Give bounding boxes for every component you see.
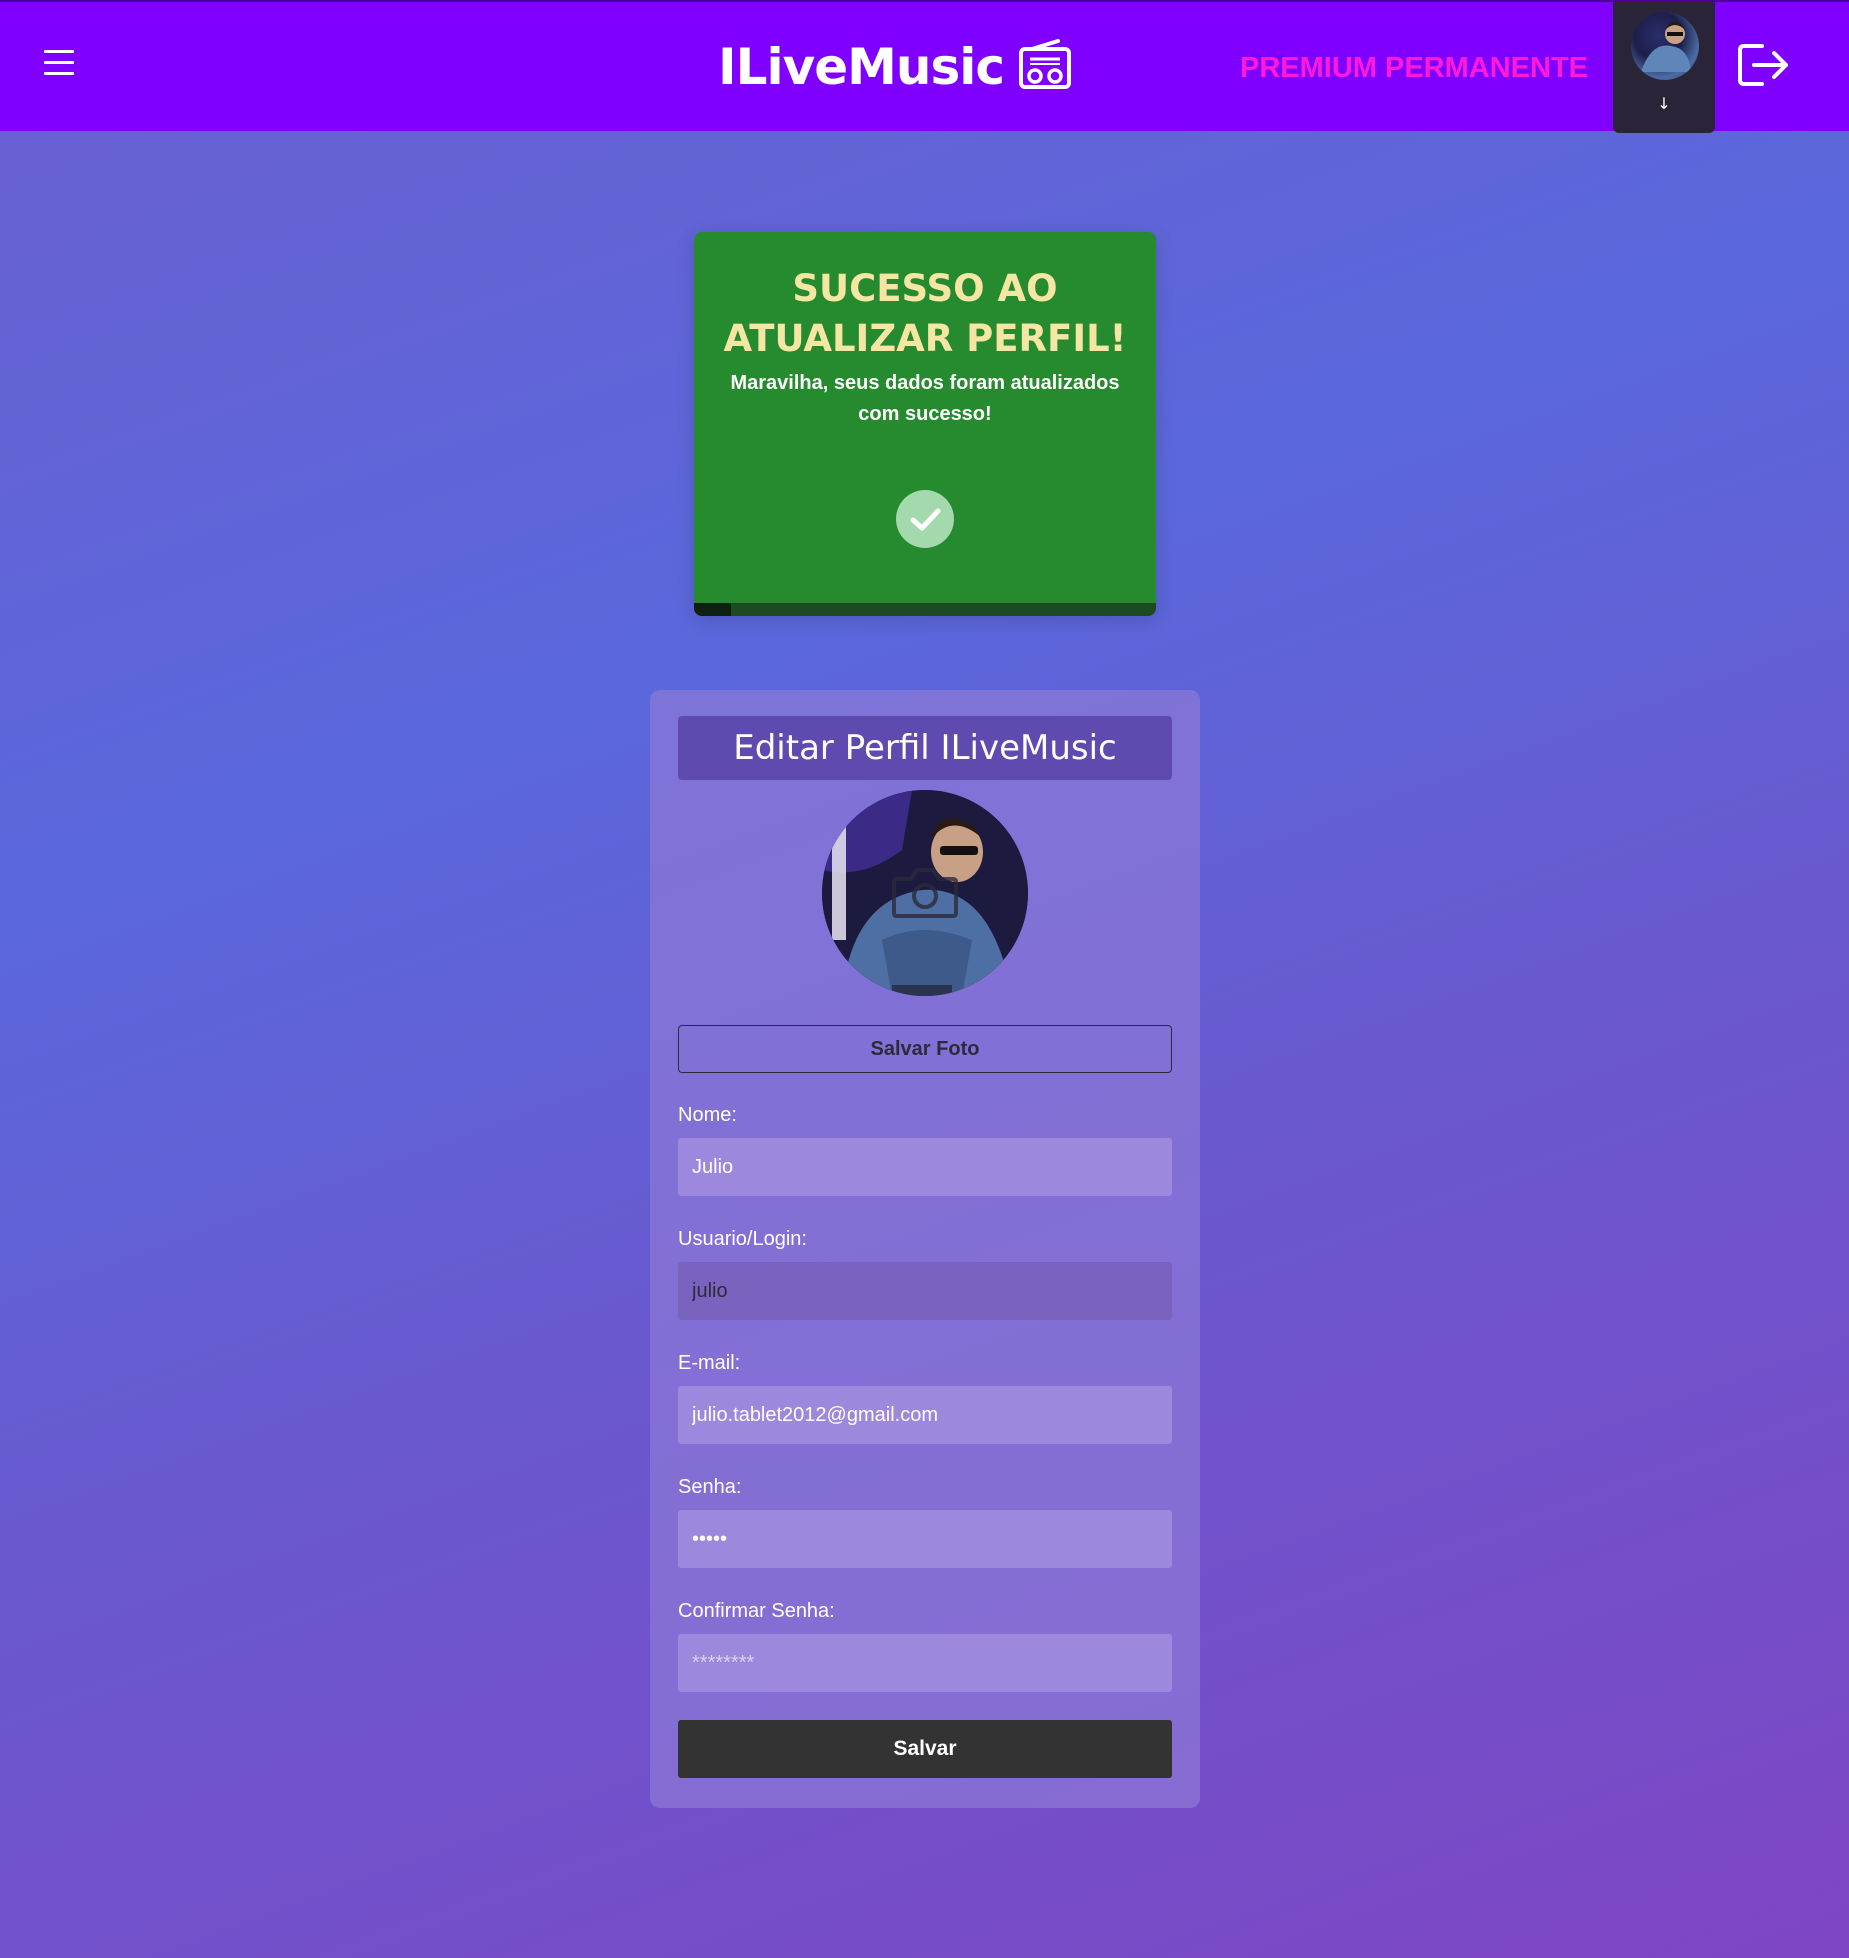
logout-icon[interactable] xyxy=(1736,42,1792,88)
camera-icon xyxy=(892,868,958,918)
confirm-password-field[interactable] xyxy=(678,1634,1172,1692)
chevron-down-icon: ↓ xyxy=(1657,94,1671,113)
password-label: Senha: xyxy=(678,1476,742,1498)
user-avatar-menu[interactable]: ↓ xyxy=(1613,2,1715,133)
toast-message: Maravilha, seus dados foram atualizados … xyxy=(730,372,1120,425)
toast-title: SUCESSO AO ATUALIZAR PERFIL! xyxy=(723,267,1127,360)
page-title: Editar Perfil ILiveMusic xyxy=(678,716,1172,780)
password-field[interactable] xyxy=(678,1510,1172,1568)
avatar xyxy=(1631,12,1699,80)
save-photo-button[interactable]: Salvar Foto xyxy=(678,1025,1172,1073)
email-field[interactable] xyxy=(678,1386,1172,1444)
email-label: E-mail: xyxy=(678,1352,741,1374)
top-navbar: ILiveMusic PREMIUM PERMANENTE ↓ xyxy=(0,0,1849,133)
check-circle-icon xyxy=(896,490,954,548)
profile-photo-upload[interactable] xyxy=(822,790,1028,996)
save-button[interactable]: Salvar xyxy=(678,1720,1172,1778)
brand-title: ILiveMusic xyxy=(718,38,1005,96)
username-label: Usuario/Login: xyxy=(678,1228,807,1250)
name-label: Nome: xyxy=(678,1104,737,1126)
radio-icon xyxy=(1018,38,1072,96)
hamburger-menu-icon[interactable] xyxy=(44,50,74,80)
edit-profile-card: Editar Perfil ILiveMusic Salvar Foto Nom… xyxy=(650,690,1200,1808)
toast-timer-fill xyxy=(694,603,731,616)
brand[interactable]: ILiveMusic xyxy=(718,32,1072,102)
success-toast[interactable]: SUCESSO AO ATUALIZAR PERFIL! Maravilha, … xyxy=(694,232,1156,616)
confirm-password-label: Confirmar Senha: xyxy=(678,1600,835,1622)
username-field[interactable] xyxy=(678,1262,1172,1320)
name-field[interactable] xyxy=(678,1138,1172,1196)
toast-timer-bar xyxy=(694,603,1156,616)
premium-status-label: PREMIUM PERMANENTE xyxy=(1240,52,1589,84)
